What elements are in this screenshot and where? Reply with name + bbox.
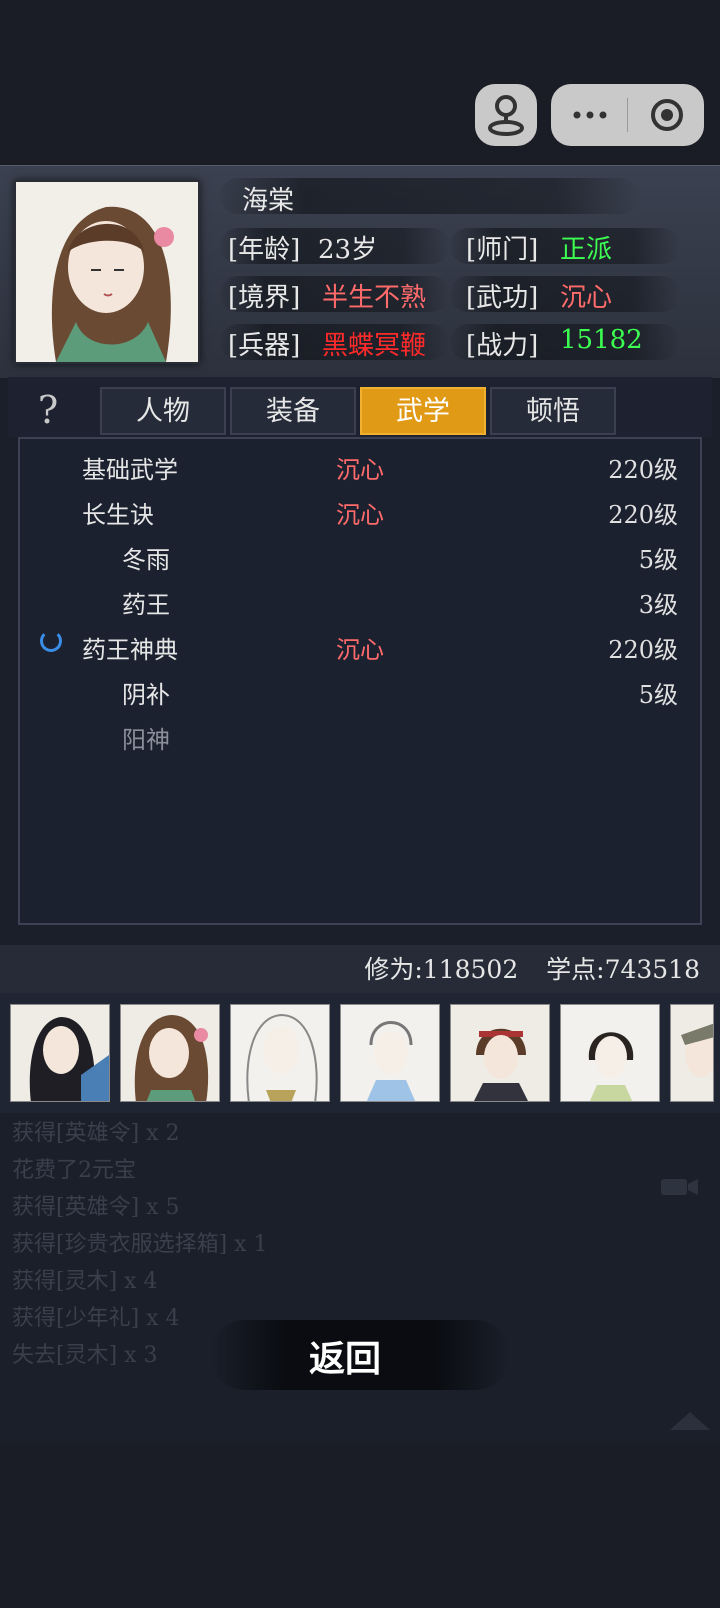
skill-level: 5级 (638, 681, 678, 709)
skill-row[interactable]: 药王 3级 (0, 585, 720, 629)
log-line: 获得[英雄令] x 5 (12, 1195, 180, 1220)
character-name: 海棠 (242, 186, 295, 216)
skill-name: 药王 (122, 591, 170, 619)
team-member-avatar[interactable] (120, 1004, 220, 1102)
stats-text: 修为:118502 学点:743518 (364, 950, 700, 986)
camera-icon (660, 1175, 700, 1199)
age-label: [年龄] (228, 235, 301, 265)
log-line: 获得[灵木] x 4 (12, 1269, 158, 1294)
skill-row[interactable]: 冬雨 5级 (0, 540, 720, 584)
skill-name: 长生诀 (82, 501, 154, 529)
skill-row[interactable]: 阳神 (0, 720, 720, 764)
learning-points-value: 学点:743518 (546, 955, 700, 984)
skill-name: 冬雨 (122, 546, 170, 574)
tab-enlightenment[interactable]: 顿悟 (490, 387, 616, 435)
martial-value: 沉心 (560, 283, 613, 313)
avatar-illustration (341, 1005, 439, 1101)
avatar-illustration (121, 1005, 219, 1101)
close-miniprogram-button[interactable] (632, 84, 702, 146)
user-icon (488, 95, 524, 136)
skill-state: 沉心 (336, 456, 384, 484)
skill-level: 3级 (638, 591, 678, 619)
realm-label: [境界] (228, 283, 301, 313)
back-button[interactable]: 返回 (260, 1330, 430, 1382)
log-line: 花费了2元宝 (12, 1158, 136, 1183)
team-member-avatar[interactable] (670, 1004, 714, 1102)
skill-name: 阳神 (122, 726, 170, 754)
team-member-avatar[interactable] (560, 1004, 660, 1102)
skill-row[interactable]: 阴补 5级 (0, 675, 720, 719)
team-member-avatar[interactable] (230, 1004, 330, 1102)
avatar-illustration (671, 1005, 713, 1101)
avatar-illustration (451, 1005, 549, 1101)
team-member-avatar[interactable] (340, 1004, 440, 1102)
sect-label: [师门] (466, 235, 539, 265)
log-line: 获得[英雄令] x 2 (12, 1121, 180, 1146)
bottom-area (0, 1445, 720, 1608)
skill-level: 220级 (608, 501, 678, 529)
skill-level: 220级 (608, 456, 678, 484)
realm-value: 半生不熟 (322, 283, 427, 313)
skill-row[interactable]: 药王神典 沉心 220级 (0, 630, 720, 674)
skill-row[interactable]: 长生诀 沉心 220级 (0, 495, 720, 539)
help-button[interactable]: ? (28, 390, 68, 430)
cultivation-value: 修为:118502 (364, 955, 519, 984)
more-button[interactable] (555, 84, 625, 146)
tab-character[interactable]: 人物 (100, 387, 226, 435)
team-member-avatar[interactable] (10, 1004, 110, 1102)
profile-capsule-button[interactable] (475, 84, 537, 146)
martial-label: [武功] (466, 283, 539, 313)
skill-level: 220级 (608, 636, 678, 664)
scroll-up-icon[interactable] (668, 1408, 712, 1432)
skill-level: 5级 (638, 546, 678, 574)
skill-name: 基础武学 (82, 456, 178, 484)
skill-row[interactable]: 基础武学 沉心 220级 (0, 450, 720, 494)
loading-spinner-icon (40, 630, 62, 652)
capsule-divider (627, 98, 628, 132)
portrait-illustration (16, 182, 198, 362)
skill-name: 阴补 (122, 681, 170, 709)
age-value: 23岁 (318, 235, 378, 265)
weapon-value: 黑蝶冥鞭 (322, 331, 427, 361)
avatar-illustration (11, 1005, 109, 1101)
power-label: [战力] (466, 331, 539, 361)
sect-value: 正派 (560, 235, 613, 265)
tab-martial-arts[interactable]: 武学 (360, 387, 486, 435)
log-line: 获得[少年礼] x 4 (12, 1306, 180, 1331)
log-line: 获得[珍贵衣服选择箱] x 1 (12, 1232, 268, 1257)
team-member-avatar[interactable] (450, 1004, 550, 1102)
weapon-label: [兵器] (228, 331, 301, 361)
log-line: 失去[灵木] x 3 (12, 1343, 158, 1368)
more-dots-icon (573, 111, 607, 119)
avatar-illustration (231, 1005, 329, 1101)
skill-state: 沉心 (336, 501, 384, 529)
skill-name: 药王神典 (82, 636, 178, 664)
skill-state: 沉心 (336, 636, 384, 664)
target-close-icon (651, 99, 683, 131)
power-value: 15182 (560, 325, 643, 355)
character-portrait (14, 180, 200, 364)
avatar-illustration (561, 1005, 659, 1101)
tab-equipment[interactable]: 装备 (230, 387, 356, 435)
